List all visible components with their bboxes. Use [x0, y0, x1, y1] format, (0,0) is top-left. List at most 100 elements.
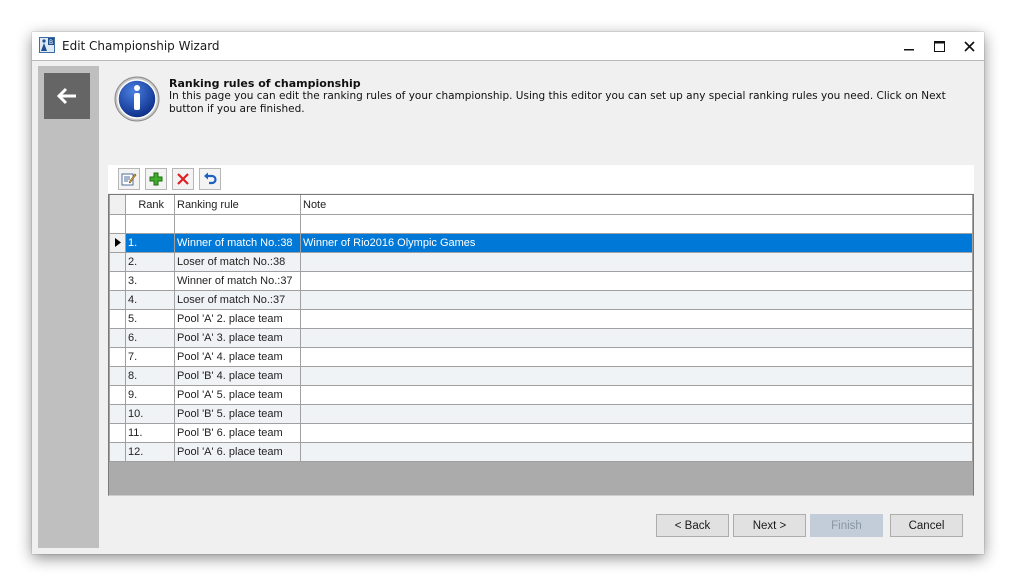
rule-cell[interactable]: Pool 'A' 2. place team	[174, 309, 301, 329]
app-icon: B	[39, 37, 55, 53]
rank-cell[interactable]: 4.	[125, 290, 175, 310]
row-header[interactable]	[109, 214, 126, 234]
page-description: In this page you can edit the ranking ru…	[169, 90, 946, 115]
wizard-window: B Edit Championship Wizard Ranking rules…	[32, 32, 984, 554]
table-row[interactable]: 8. Pool 'B' 4. place team	[109, 366, 973, 386]
note-cell[interactable]: Winner of Rio2016 Olympic Games	[300, 233, 973, 253]
note-cell[interactable]	[300, 442, 973, 462]
rule-cell[interactable]	[174, 214, 301, 234]
note-cell[interactable]	[300, 271, 973, 291]
rank-cell[interactable]: 8.	[125, 366, 175, 386]
rule-cell[interactable]: Pool 'B' 4. place team	[174, 366, 301, 386]
rule-cell[interactable]: Pool 'A' 6. place team	[174, 442, 301, 462]
minimize-button[interactable]	[894, 32, 924, 60]
rule-cell[interactable]: Loser of match No.:37	[174, 290, 301, 310]
row-header[interactable]	[109, 290, 126, 310]
rank-cell[interactable]: 3.	[125, 271, 175, 291]
minimize-icon	[904, 49, 914, 51]
rule-cell[interactable]: Pool 'B' 5. place team	[174, 404, 301, 424]
row-header[interactable]	[109, 347, 126, 367]
delete-button[interactable]	[172, 168, 194, 190]
rank-cell[interactable]: 9.	[125, 385, 175, 405]
rule-cell[interactable]: Pool 'A' 5. place team	[174, 385, 301, 405]
table-row[interactable]: 11. Pool 'B' 6. place team	[109, 423, 973, 443]
table-row[interactable]: 6. Pool 'A' 3. place team	[109, 328, 973, 348]
rule-cell[interactable]: Pool 'B' 6. place team	[174, 423, 301, 443]
arrow-left-icon	[56, 87, 76, 105]
ranking-rules-grid[interactable]: Rank Ranking rule Note 1. Winner of match…	[108, 194, 974, 496]
row-header[interactable]	[109, 404, 126, 424]
add-button[interactable]	[145, 168, 167, 190]
rank-cell[interactable]: 2.	[125, 252, 175, 272]
window-title: Edit Championship Wizard	[62, 39, 220, 53]
note-cell[interactable]	[300, 309, 973, 329]
note-cell[interactable]	[300, 404, 973, 424]
close-icon	[963, 40, 975, 52]
rule-cell[interactable]: Pool 'A' 4. place team	[174, 347, 301, 367]
rank-cell[interactable]: 5.	[125, 309, 175, 329]
edit-icon	[121, 173, 137, 186]
row-header[interactable]	[109, 233, 126, 253]
rank-cell[interactable]: 7.	[125, 347, 175, 367]
table-row[interactable]: 7. Pool 'A' 4. place team	[109, 347, 973, 367]
table-row[interactable]: 12. Pool 'A' 6. place team	[109, 442, 973, 462]
edit-button[interactable]	[118, 168, 140, 190]
rank-cell[interactable]: 1.	[125, 233, 175, 253]
svg-text:B: B	[49, 39, 53, 46]
column-header-note[interactable]: Note	[300, 195, 973, 215]
row-header[interactable]	[109, 328, 126, 348]
rule-cell[interactable]: Winner of match No.:38	[174, 233, 301, 253]
table-row[interactable]: 2. Loser of match No.:38	[109, 252, 973, 272]
rank-cell[interactable]: 10.	[125, 404, 175, 424]
row-header[interactable]	[109, 385, 126, 405]
row-header[interactable]	[109, 252, 126, 272]
rule-cell[interactable]: Pool 'A' 3. place team	[174, 328, 301, 348]
note-cell[interactable]	[300, 423, 973, 443]
row-header[interactable]	[109, 271, 126, 291]
maximize-button[interactable]	[924, 32, 954, 60]
note-cell[interactable]	[300, 290, 973, 310]
add-icon	[149, 172, 163, 186]
maximize-icon	[933, 40, 945, 52]
undo-button[interactable]	[199, 168, 221, 190]
rank-cell[interactable]: 12.	[125, 442, 175, 462]
note-cell[interactable]	[300, 328, 973, 348]
row-header[interactable]	[109, 366, 126, 386]
note-cell[interactable]	[300, 347, 973, 367]
table-row[interactable]: 5. Pool 'A' 2. place team	[109, 309, 973, 329]
note-cell[interactable]	[300, 214, 973, 234]
note-cell[interactable]	[300, 366, 973, 386]
rank-cell[interactable]	[125, 214, 175, 234]
rank-cell[interactable]: 6.	[125, 328, 175, 348]
cancel-button[interactable]: Cancel	[890, 514, 963, 537]
note-cell[interactable]	[300, 252, 973, 272]
back-button[interactable]: < Back	[656, 514, 729, 537]
grid-toolbar	[108, 165, 974, 193]
column-header-rank[interactable]: Rank	[125, 195, 175, 215]
column-header-ranking-rule[interactable]: Ranking rule	[174, 195, 301, 215]
grid-header-row: Rank Ranking rule Note	[109, 195, 973, 215]
row-header-corner	[109, 195, 126, 215]
table-row[interactable]: 3. Winner of match No.:37	[109, 271, 973, 291]
rule-cell[interactable]: Winner of match No.:37	[174, 271, 301, 291]
note-cell[interactable]	[300, 385, 973, 405]
table-row[interactable]: 9. Pool 'A' 5. place team	[109, 385, 973, 405]
table-row[interactable]: 4. Loser of match No.:37	[109, 290, 973, 310]
wizard-sidebar	[38, 66, 99, 548]
rank-cell[interactable]: 11.	[125, 423, 175, 443]
info-icon	[114, 76, 160, 122]
next-button[interactable]: Next >	[733, 514, 806, 537]
rule-cell[interactable]: Loser of match No.:38	[174, 252, 301, 272]
row-header[interactable]	[109, 309, 126, 329]
row-header[interactable]	[109, 423, 126, 443]
back-nav-button[interactable]	[44, 73, 90, 119]
finish-button: Finish	[810, 514, 883, 537]
close-button[interactable]	[954, 32, 984, 60]
title-bar: B Edit Championship Wizard	[32, 32, 984, 61]
table-row[interactable]: 1. Winner of match No.:38 Winner of Rio201…	[109, 233, 973, 253]
row-header[interactable]	[109, 442, 126, 462]
table-row[interactable]: 10. Pool 'B' 5. place team	[109, 404, 973, 424]
undo-icon	[204, 172, 217, 185]
new-row[interactable]	[109, 214, 973, 234]
page-heading: Ranking rules of championship	[169, 77, 361, 90]
